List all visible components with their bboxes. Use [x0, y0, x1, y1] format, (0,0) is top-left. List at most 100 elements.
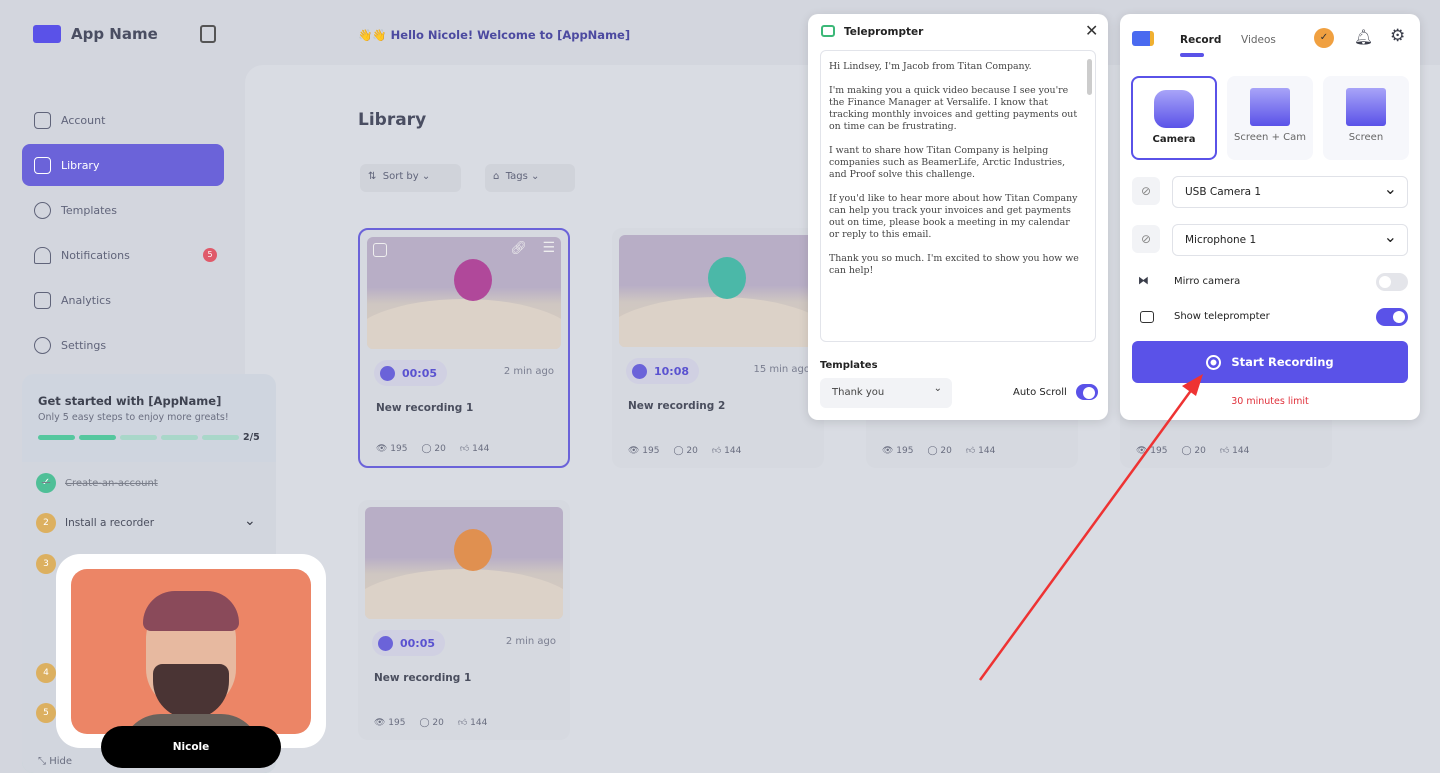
- tab-record[interactable]: Record: [1180, 34, 1221, 46]
- play-icon: [378, 635, 393, 651]
- step-install-recorder[interactable]: 2 Install a recorder: [36, 513, 154, 533]
- recording-card[interactable]: 🔗︎ ☰ 00:05 2 min ago New recording 1 👁︎ 1…: [358, 228, 570, 468]
- auto-scroll-toggle[interactable]: [1076, 384, 1098, 400]
- sidebar-item-notifications[interactable]: Notifications 5: [22, 234, 224, 276]
- recording-title: New recording 1: [376, 402, 474, 414]
- link-icon[interactable]: 🔗︎: [510, 241, 527, 256]
- time-ago: 2 min ago: [505, 636, 556, 647]
- template-select[interactable]: Thank you ⌄: [820, 378, 952, 408]
- step-4[interactable]: 4: [36, 663, 56, 683]
- hide-button[interactable]: ⤡ Hide: [38, 756, 72, 767]
- comments-count: ◯ 20: [421, 444, 446, 454]
- sidebar-item-analytics[interactable]: Analytics: [22, 279, 224, 321]
- library-icon: [34, 156, 51, 174]
- microphone-select[interactable]: Microphone 1: [1172, 224, 1408, 256]
- camera-name-label: Nicole: [101, 726, 281, 768]
- comments-count: ◯ 20: [673, 446, 698, 456]
- screen-cam-icon: [1250, 88, 1290, 126]
- chart-icon: [34, 291, 51, 309]
- teleprompter-icon: [1140, 311, 1154, 323]
- views-count: 👁︎ 195: [628, 446, 660, 456]
- teleprompter-icon: [821, 25, 835, 37]
- badge-icon[interactable]: ✓: [1314, 28, 1334, 48]
- templates-label: Templates: [820, 360, 878, 371]
- bell-icon: [34, 246, 51, 264]
- likes-count: 👍︎ 144: [457, 718, 488, 728]
- recorder-panel: Record Videos ✓ 🔔︎ ⚙ Camera Screen + Cam…: [1120, 14, 1420, 420]
- play-icon: [632, 363, 647, 379]
- app-name: App Name: [71, 25, 158, 43]
- step-create-account[interactable]: ✓ Create-an-account: [36, 473, 158, 493]
- views-count: 👁︎ 195: [882, 446, 914, 456]
- menu-icon[interactable]: ☰: [542, 240, 555, 256]
- scrollbar[interactable]: [1087, 59, 1092, 95]
- sort-by-dropdown[interactable]: ⇅ Sort by ⌄: [360, 164, 461, 192]
- likes-count: 👍︎ 144: [1219, 446, 1250, 456]
- teleprompter-script[interactable]: Hi Lindsey, I'm Jacob from Titan Company…: [820, 50, 1096, 342]
- recording-title: New recording 2: [628, 400, 726, 412]
- likes-count: 👍︎ 144: [711, 446, 742, 456]
- tab-videos[interactable]: Videos: [1241, 34, 1276, 46]
- comments-count: ◯ 20: [1181, 446, 1206, 456]
- likes-count: 👍︎ 144: [965, 446, 996, 456]
- templates-icon: [34, 201, 51, 219]
- views-count: 👁︎ 195: [1136, 446, 1168, 456]
- bell-icon[interactable]: 🔔︎: [1354, 28, 1373, 46]
- mirror-camera-label: Mirro camera: [1174, 276, 1241, 287]
- collapse-sidebar-icon[interactable]: [200, 25, 216, 43]
- recording-card[interactable]: 10:08 15 min ago New recording 2 👁︎ 195 ◯…: [612, 228, 824, 468]
- recording-card[interactable]: 00:05 2 min ago New recording 1 👁︎ 195 ◯ …: [358, 500, 570, 740]
- sidebar-item-library[interactable]: Library: [22, 144, 224, 186]
- user-icon: [34, 111, 51, 129]
- camera-off-icon: ⊘: [1132, 177, 1160, 205]
- camera-preview: [71, 569, 311, 734]
- views-count: 👁︎ 195: [374, 718, 406, 728]
- close-icon[interactable]: ✕: [1085, 21, 1098, 40]
- onboarding-subtitle: Only 5 easy steps to enjoy more greats!: [38, 412, 229, 423]
- mirror-camera-toggle[interactable]: [1376, 273, 1408, 291]
- recording-limit: 30 minutes limit: [1231, 396, 1309, 407]
- play-icon: [380, 365, 395, 381]
- checkbox[interactable]: [373, 243, 387, 257]
- start-recording-button[interactable]: Start Recording: [1132, 341, 1408, 383]
- tags-dropdown[interactable]: ⌂ Tags ⌄: [485, 164, 575, 192]
- duration-badge[interactable]: 00:05: [374, 360, 448, 386]
- notification-badge: 5: [203, 248, 217, 262]
- camera-icon: [1154, 90, 1194, 128]
- mode-screen[interactable]: Screen: [1323, 76, 1409, 160]
- step-5[interactable]: 5: [36, 703, 56, 723]
- recorder-logo-icon: [1132, 31, 1154, 46]
- camera-select[interactable]: USB Camera 1: [1172, 176, 1408, 208]
- record-icon: [1206, 354, 1222, 370]
- check-icon: ✓: [36, 473, 56, 493]
- comments-count: ◯ 20: [419, 718, 444, 728]
- video-thumbnail: [619, 235, 817, 347]
- views-count: 👁︎ 195: [376, 444, 408, 454]
- chevron-down-icon[interactable]: ⌄: [244, 513, 256, 529]
- teleprompter-panel: Teleprompter ✕ Hi Lindsey, I'm Jacob fro…: [808, 14, 1108, 420]
- mode-screen-cam[interactable]: Screen + Cam: [1227, 76, 1313, 160]
- greeting: 👋👋 Hello Nicole! Welcome to [AppName]: [358, 28, 631, 42]
- progress-count: 2/5: [243, 432, 260, 443]
- comments-count: ◯ 20: [927, 446, 952, 456]
- teleprompter-title: Teleprompter: [844, 26, 924, 38]
- mic-off-icon: ⊘: [1132, 225, 1160, 253]
- mode-camera[interactable]: Camera: [1131, 76, 1217, 160]
- app-logo: [33, 25, 61, 43]
- sidebar-item-account[interactable]: Account: [22, 99, 224, 141]
- auto-scroll-label: Auto Scroll: [1013, 387, 1067, 398]
- time-ago: 2 min ago: [503, 366, 554, 377]
- video-thumbnail: [365, 507, 563, 619]
- gear-icon[interactable]: ⚙: [1390, 26, 1405, 46]
- camera-bubble[interactable]: [56, 554, 326, 748]
- gear-icon: [34, 336, 51, 354]
- page-title: Library: [358, 110, 427, 130]
- sidebar-item-settings[interactable]: Settings: [22, 324, 224, 366]
- duration-badge[interactable]: 10:08: [626, 358, 700, 384]
- show-teleprompter-toggle[interactable]: [1376, 308, 1408, 326]
- step-3[interactable]: 3: [36, 554, 56, 574]
- screen-icon: [1346, 88, 1386, 126]
- sidebar-item-templates[interactable]: Templates: [22, 189, 224, 231]
- time-ago: 15 min ago: [753, 364, 810, 375]
- duration-badge[interactable]: 00:05: [372, 630, 446, 656]
